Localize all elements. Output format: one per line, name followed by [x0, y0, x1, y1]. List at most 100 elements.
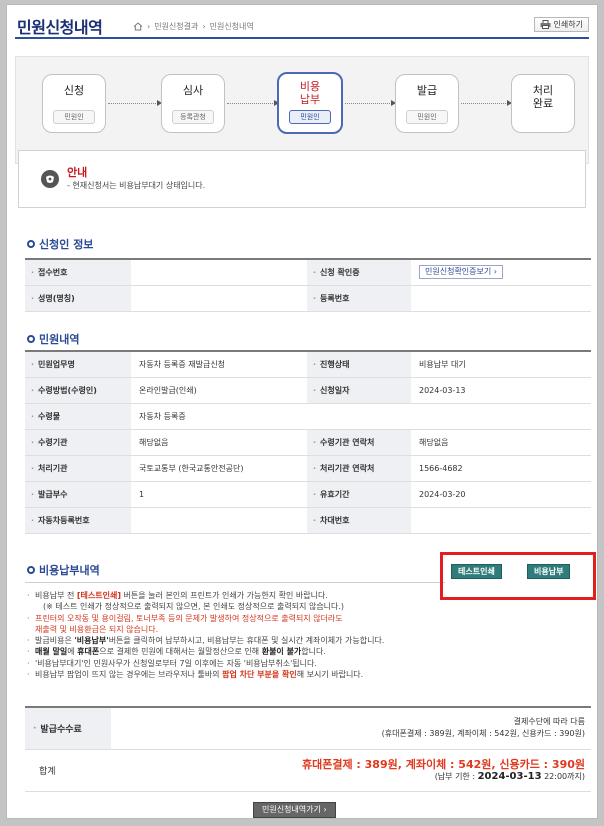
view-confirmation-label: 민원신청확인증보기: [425, 267, 492, 277]
table-row: 접수번호 신청 확인증 민원신청확인증보기 ›: [25, 259, 591, 286]
step-actor: 민원인: [406, 110, 448, 124]
breadcrumb-item-result[interactable]: 민원신청결과: [154, 21, 198, 32]
confirm-label: 신청 확인증: [307, 259, 411, 286]
note-item: 비용납부 전 [테스트인쇄] 버튼을 눌러 본인의 프린트가 인쇄가 가능한지 …: [27, 590, 587, 602]
note-item: 재출력 및 비용환급은 되지 않습니다.: [35, 624, 159, 634]
fee-section-title: 비용납부내역: [27, 562, 100, 578]
breadcrumb-separator-icon: ›: [147, 22, 151, 31]
petition-value: 자동차 등록증 재발급신청: [131, 351, 307, 378]
petition-value: [411, 507, 591, 534]
receipt-no-label: 접수번호: [25, 259, 131, 286]
petition-label: 수령기관 연락처: [307, 429, 411, 456]
petition-label: 진행상태: [307, 351, 411, 378]
page-header: 민원신청내역 › 민원신청결과 › 민원신청내역 인쇄하기: [15, 11, 589, 39]
name-label: 성명(명칭): [25, 285, 131, 312]
note-item: 프린터의 오작동 및 용이걸림, 토너부족 등의 문제가 발생하여 정상적으로 …: [27, 613, 587, 625]
step-actor: 민원인: [289, 110, 331, 124]
info-icon: [41, 170, 59, 188]
note-item: (※ 테스트 인쇄가 정상적으로 출력되지 않으면, 본 인쇄도 정상적으로 출…: [43, 602, 345, 612]
petition-label: 처리기관: [25, 455, 131, 482]
petition-label: 유효기간: [307, 481, 411, 508]
petition-label: 수령물: [25, 403, 131, 430]
divider: [25, 582, 445, 583]
petition-label: 자동차등록번호: [25, 507, 131, 534]
notice-body: - 현재신청서는 비용납부대기 상태입니다.: [67, 181, 206, 190]
reg-no-value: [411, 285, 591, 312]
petition-value: 1566-4682: [411, 455, 591, 482]
table-row: 수령방법(수령인) 온라인발급(인쇄) 신청일자 2024-03-13: [25, 377, 591, 404]
petition-value: 1: [131, 481, 307, 508]
section-title-text: 민원내역: [39, 333, 80, 346]
petition-value: 온라인발급(인쇄): [131, 377, 307, 404]
reg-no-label: 등록번호: [307, 285, 411, 312]
petition-value: 2024-03-13: [411, 377, 591, 404]
petition-value: 자동차 등록증: [131, 403, 591, 430]
step-issue: 발급 민원인: [395, 74, 459, 133]
petition-value: 해당없음: [131, 429, 307, 456]
table-row: 발급부수 1 유효기간 2024-03-20: [25, 481, 591, 508]
note-item: 비용납부 팝업이 뜨지 않는 경우에는 브라우저나 툴바의 팝업 차단 부분을 …: [27, 669, 587, 681]
test-print-button[interactable]: 테스트인쇄: [451, 564, 502, 579]
chevron-right-icon: ›: [323, 805, 327, 814]
section-title-text: 신청인 정보: [39, 238, 94, 251]
petition-value: 2024-03-20: [411, 481, 591, 508]
petition-value: [131, 507, 307, 534]
breadcrumb: › 민원신청결과 › 민원신청내역: [133, 21, 254, 32]
petition-label: 발급부수: [25, 481, 131, 508]
fee-line1: 결제수단에 따라 다름: [513, 717, 585, 726]
fee-method-note: 결제수단에 따라 다름 (휴대폰결제 : 389원, 계좌이체 : 542원, …: [382, 716, 585, 740]
section-bullet-icon: [27, 335, 35, 343]
step-name: 심사: [182, 84, 204, 97]
applicant-section-title: 신청인 정보: [27, 236, 93, 252]
step-name: 발급: [416, 84, 438, 97]
back-to-list-button[interactable]: 민원신청내역가기 ›: [253, 802, 336, 818]
table-row: 수령기관 해당없음 수령기관 연락처 해당없음: [25, 429, 591, 456]
printer-icon: [540, 20, 551, 29]
petition-value: 국토교통부 (한국교통안전공단): [131, 455, 307, 482]
page-frame: 민원신청내역 › 민원신청결과 › 민원신청내역 인쇄하기 신청 민원인 심사 …: [6, 4, 598, 819]
step-payment: 비용 납부 민원인: [277, 72, 343, 134]
step-arrow-icon: [108, 100, 162, 106]
progress-steps: 신청 민원인 심사 등록관청 비용 납부 민원인 발급 민원인 처리 완료: [15, 56, 589, 164]
petition-value: 비용납부 대기: [411, 351, 591, 378]
section-title-text: 비용납부내역: [39, 564, 100, 577]
petition-label: 민원업무명: [25, 351, 131, 378]
step-actor: 민원인: [53, 110, 95, 124]
pay-button[interactable]: 비용납부: [527, 564, 571, 579]
step-complete: 처리 완료: [511, 74, 575, 133]
total-amounts: 휴대폰결제 : 389원, 계좌이체 : 542원, 신용카드 : 390원: [302, 758, 585, 771]
table-row: 자동차등록번호 차대번호: [25, 507, 591, 534]
print-button-label: 인쇄하기: [553, 20, 583, 29]
fee-table: · 발급수수료 결제수단에 따라 다름 (휴대폰결제 : 389원, 계좌이체 :…: [25, 706, 591, 792]
section-bullet-icon: [27, 240, 35, 248]
table-row: 처리기관 국토교통부 (한국교통안전공단) 처리기관 연락처 1566-4682: [25, 455, 591, 482]
step-apply: 신청 민원인: [42, 74, 106, 133]
petition-label: 수령방법(수령인): [25, 377, 131, 404]
petition-label: 차대번호: [307, 507, 411, 534]
page-title: 민원신청내역: [17, 18, 103, 37]
petition-section-title: 민원내역: [27, 331, 79, 347]
step-name: 처리 완료: [532, 84, 554, 110]
applicant-table: 접수번호 신청 확인증 민원신청확인증보기 › 성명(명칭) 등록번호: [25, 258, 591, 312]
step-arrow-icon: [227, 100, 279, 106]
notice-box: 안내 - 현재신청서는 비용납부대기 상태입니다.: [18, 150, 586, 208]
table-row: 성명(명칭) 등록번호: [25, 285, 591, 312]
fee-notes: 비용납부 전 [테스트인쇄] 버튼을 눌러 본인의 프린트가 인쇄가 가능한지 …: [27, 590, 587, 681]
breadcrumb-separator-icon: ›: [202, 22, 206, 31]
view-confirmation-button[interactable]: 민원신청확인증보기 ›: [419, 265, 503, 280]
receipt-no-value: [131, 259, 307, 286]
step-review: 심사 등록관청: [161, 74, 225, 133]
breadcrumb-item-current: 민원신청내역: [209, 22, 254, 31]
table-row: 합계 휴대폰결제 : 389원, 계좌이체 : 542원, 신용카드 : 390…: [25, 750, 591, 792]
name-value: [131, 285, 307, 312]
home-icon[interactable]: [133, 22, 143, 31]
total-label: 합계: [25, 750, 111, 791]
step-actor: 등록관청: [172, 110, 214, 124]
payment-due: (납부 기한 : 2024-03-13 22:00까지): [434, 771, 585, 782]
section-bullet-icon: [27, 566, 35, 574]
step-arrow-icon: [345, 100, 396, 106]
step-name: 신청: [63, 84, 85, 97]
print-button[interactable]: 인쇄하기: [533, 17, 589, 32]
step-arrow-icon: [461, 100, 512, 106]
note-item: 매월 말일에 휴대폰으로 결제한 민원에 대해서는 월말정산으로 인해 환불이 …: [27, 646, 587, 658]
